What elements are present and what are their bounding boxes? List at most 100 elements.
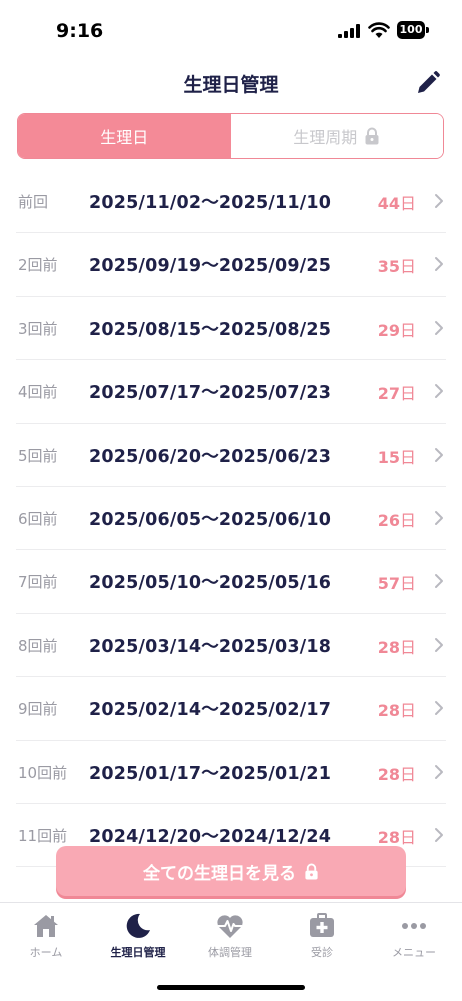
record-days-unit: 日 (399, 384, 416, 404)
battery-level: 100 (397, 21, 425, 39)
record-days-unit: 日 (399, 764, 416, 784)
record-days-value: 26 (377, 510, 400, 530)
record-cycle-days: 29日 (378, 317, 416, 341)
lock-icon (365, 127, 379, 145)
lock-icon (305, 863, 318, 879)
medical-kit-icon (310, 913, 334, 937)
record-days-unit: 日 (399, 701, 416, 721)
record-days-value: 57 (377, 574, 400, 594)
record-dates: 2025/06/20〜2025/06/23 (89, 446, 332, 467)
status-bar: 9:16 100 (0, 0, 462, 60)
record-days-unit: 日 (399, 194, 416, 213)
tab-health-label: 体調管理 (208, 946, 252, 959)
chevron-right-icon (435, 257, 443, 272)
segmented-control: 生理日 生理周期 (17, 113, 444, 159)
chevron-right-icon (435, 384, 443, 399)
tab-consultation[interactable]: 受診 (276, 911, 368, 960)
record-days-value: 35 (377, 257, 400, 277)
record-days-value: 28 (377, 827, 400, 847)
record-dates: 2025/01/17〜2025/01/21 (89, 763, 332, 784)
period-record-row[interactable]: 7回前 2025/05/10〜2025/05/16 57日 (16, 550, 446, 614)
record-cycle-days: 28日 (378, 634, 416, 658)
period-record-row[interactable]: 4回前 2025/07/17〜2025/07/23 27日 (16, 360, 446, 424)
record-cycle-days: 57日 (378, 570, 416, 594)
tab-period-label: 生理日 (100, 128, 149, 147)
tab-period[interactable]: 生理日 (18, 114, 231, 158)
record-days-value: 28 (377, 701, 400, 721)
record-label: 6回前 (18, 509, 58, 528)
record-days-unit: 日 (399, 510, 416, 530)
record-days-value: 15 (377, 447, 400, 467)
pencil-icon[interactable] (414, 69, 442, 97)
record-dates: 2025/05/10〜2025/05/16 (89, 573, 332, 594)
record-days-value: 28 (377, 637, 400, 657)
record-cycle-days: 28日 (378, 824, 416, 848)
period-record-row[interactable]: 5回前 2025/06/20〜2025/06/23 15日 (16, 424, 446, 487)
record-cycle-days: 15日 (378, 444, 416, 468)
record-days-unit: 日 (399, 257, 416, 277)
period-record-row[interactable]: 3回前 2025/08/15〜2025/08/25 29日 (16, 297, 446, 361)
tab-health[interactable]: 体調管理 (184, 911, 276, 960)
record-days-unit: 日 (399, 320, 416, 340)
tab-menu[interactable]: メニュー (368, 911, 460, 960)
chevron-right-icon (435, 764, 443, 779)
tab-period-management[interactable]: 生理日管理 (92, 911, 184, 960)
tab-home[interactable]: ホーム (0, 911, 92, 960)
record-label: 前回 (18, 193, 49, 211)
record-dates: 2025/06/05〜2025/06/10 (89, 509, 332, 530)
chevron-right-icon (435, 827, 443, 842)
record-label: 7回前 (18, 573, 58, 592)
tab-period-management-label: 生理日管理 (110, 946, 166, 959)
more-icon (402, 923, 426, 929)
period-record-row[interactable]: 2回前 2025/09/19〜2025/09/25 35日 (16, 233, 446, 297)
record-label: 10回前 (18, 763, 68, 782)
record-cycle-days: 44日 (378, 190, 416, 214)
record-days-value: 44 (377, 194, 400, 213)
record-label: 3回前 (18, 319, 58, 338)
record-days-value: 27 (377, 384, 400, 404)
record-label: 9回前 (18, 700, 58, 719)
period-list: 前回 2025/11/02〜2025/11/10 44日 2回前 2025/09/19〜… (0, 170, 462, 868)
status-time: 9:16 (56, 20, 104, 42)
period-record-row[interactable]: 10回前 2025/01/17〜2025/01/21 28日 (16, 741, 446, 804)
period-record-row[interactable]: 6回前 2025/06/05〜2025/06/10 26日 (16, 487, 446, 551)
record-dates: 2025/08/15〜2025/08/25 (89, 319, 332, 340)
record-days-unit: 日 (399, 574, 416, 594)
record-label: 11回前 (18, 826, 68, 845)
record-cycle-days: 28日 (378, 697, 416, 721)
record-days-unit: 日 (399, 637, 416, 657)
record-days-value: 29 (377, 320, 400, 340)
tab-home-label: ホーム (29, 946, 63, 959)
view-all-button[interactable]: 全ての生理日を見る (56, 846, 406, 896)
period-record-row[interactable]: 前回 2025/11/02〜2025/11/10 44日 (16, 170, 446, 234)
record-dates: 2025/11/02〜2025/11/10 (89, 193, 332, 213)
page-title: 生理日管理 (183, 74, 279, 96)
record-dates: 2025/02/14〜2025/02/17 (89, 700, 332, 721)
period-record-row[interactable]: 9回前 2025/02/14〜2025/02/17 28日 (16, 677, 446, 741)
nav-bar: 生理日管理 (0, 60, 462, 106)
chevron-right-icon (435, 320, 443, 335)
record-dates: 2025/09/19〜2025/09/25 (89, 256, 332, 277)
record-label: 4回前 (18, 383, 58, 402)
tab-consultation-label: 受診 (311, 946, 333, 959)
record-days-value: 28 (377, 764, 400, 784)
home-icon (34, 915, 58, 937)
record-cycle-days: 26日 (378, 507, 416, 531)
cellular-signal-icon (338, 24, 360, 38)
record-dates: 2025/03/14〜2025/03/18 (89, 636, 332, 657)
tab-menu-label: メニュー (392, 946, 436, 959)
record-days-unit: 日 (399, 827, 416, 847)
chevron-right-icon (435, 701, 443, 716)
wifi-icon (368, 22, 390, 38)
record-cycle-days: 27日 (378, 380, 416, 404)
chevron-right-icon (435, 194, 443, 208)
record-label: 2回前 (18, 256, 58, 275)
chevron-right-icon (435, 447, 443, 462)
record-dates: 2025/07/17〜2025/07/23 (89, 383, 332, 404)
heart-pulse-icon (217, 915, 243, 938)
tab-cycle[interactable]: 生理周期 (230, 114, 443, 158)
record-cycle-days: 28日 (378, 761, 416, 785)
chevron-right-icon (435, 510, 443, 525)
moon-icon (126, 913, 150, 938)
period-record-row[interactable]: 8回前 2025/03/14〜2025/03/18 28日 (16, 614, 446, 678)
